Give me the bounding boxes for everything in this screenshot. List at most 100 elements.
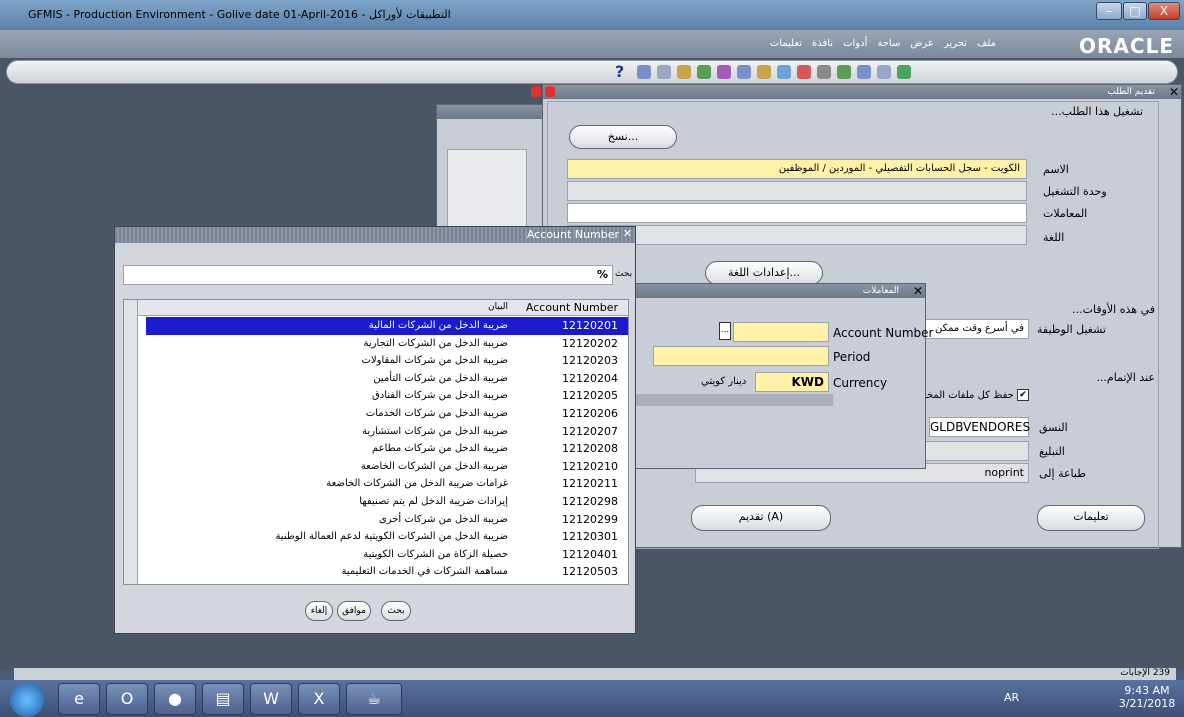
language-indicator[interactable]: AR bbox=[1004, 691, 1019, 704]
col-description[interactable]: البيان bbox=[488, 302, 508, 312]
lov-row-description: ضريبة الدخل من الشركات التجارية bbox=[363, 337, 509, 349]
parameters-window: المعاملات ✕ ... Account Number Period دي… bbox=[632, 283, 933, 469]
account-number-field[interactable] bbox=[733, 322, 829, 342]
toolbar-icon[interactable] bbox=[657, 65, 671, 79]
period-field[interactable] bbox=[653, 346, 829, 366]
lov-button[interactable]: ... bbox=[719, 322, 731, 340]
notify-label: التبليغ bbox=[1039, 445, 1065, 458]
menu-window[interactable]: نافذة bbox=[812, 38, 833, 49]
lov-row[interactable]: 12120203 ضريبة الدخل من شركات المقاولات bbox=[146, 352, 628, 370]
menu-folder[interactable]: ساحة bbox=[877, 38, 900, 49]
toolbar-icon[interactable] bbox=[877, 65, 891, 79]
col-account-number[interactable]: Account Number bbox=[526, 301, 618, 314]
language-settings-button[interactable]: إعدادات اللغة... bbox=[705, 261, 823, 285]
oracle-window-icon bbox=[531, 86, 541, 97]
start-button[interactable] bbox=[10, 683, 44, 717]
parameters-field[interactable] bbox=[567, 203, 1027, 223]
close-icon[interactable]: ✕ bbox=[623, 227, 632, 240]
close-window-button[interactable]: X bbox=[1148, 2, 1180, 20]
chrome-icon[interactable]: ● bbox=[154, 683, 196, 715]
lov-row[interactable]: 12120298 إيرادات ضريبة الدخل لم يتم تصنيف… bbox=[146, 493, 628, 511]
toolbar-icon[interactable] bbox=[777, 65, 791, 79]
language-field[interactable] bbox=[567, 225, 1027, 245]
period-label: Period bbox=[833, 350, 871, 364]
toolbar-icon[interactable] bbox=[737, 65, 751, 79]
toolbar-icon[interactable] bbox=[837, 65, 851, 79]
minimize-button[interactable]: – bbox=[1096, 2, 1122, 20]
help-button[interactable]: تعليمات bbox=[1037, 505, 1145, 531]
lov-row-account-number: 12120204 bbox=[562, 371, 618, 385]
close-icon[interactable]: ✕ bbox=[913, 284, 923, 298]
toolbar-icon[interactable] bbox=[637, 65, 651, 79]
copy-button[interactable]: نسخ... bbox=[569, 125, 677, 149]
word-icon[interactable]: W bbox=[250, 683, 292, 715]
clock[interactable]: 9:43 AM 3/21/2018 bbox=[1116, 684, 1178, 710]
lov-row[interactable]: 12120205 ضريبة الدخل من شركات الفنادق bbox=[146, 387, 628, 405]
lov-row[interactable]: 12120206 ضريبة الدخل من شركات الخدمات bbox=[146, 405, 628, 423]
run-job-field[interactable]: في أسرع وقت ممكن bbox=[917, 319, 1029, 339]
lov-row[interactable]: 12120202 ضريبة الدخل من الشركات التجارية bbox=[146, 335, 628, 353]
lov-row-account-number: 12120205 bbox=[562, 389, 618, 403]
toolbar-icon[interactable] bbox=[697, 65, 711, 79]
lov-row[interactable]: 12120204 ضريبة الدخل من شركات التأمين bbox=[146, 370, 628, 388]
save-outputs-checkbox[interactable]: ✔ bbox=[1017, 389, 1029, 401]
toolbar-icon[interactable] bbox=[677, 65, 691, 79]
currency-field[interactable]: KWD bbox=[755, 372, 829, 392]
excel-icon[interactable]: X bbox=[298, 683, 340, 715]
lov-row-description: غرامات ضريبة الدخل من الشركات الخاضعة bbox=[326, 478, 508, 490]
menu-view[interactable]: عرض bbox=[910, 38, 934, 49]
lov-find-button[interactable]: بحث bbox=[381, 601, 411, 621]
lov-row-account-number: 12120208 bbox=[562, 442, 618, 456]
lov-row[interactable]: 12120207 ضريبة الدخل من شركات استشارية bbox=[146, 423, 628, 441]
ie-icon[interactable]: e bbox=[58, 683, 100, 715]
menu-tools[interactable]: أدوات bbox=[843, 38, 867, 49]
toolbar-icon[interactable] bbox=[797, 65, 811, 79]
lov-row[interactable]: 12120504 مساهمة الشركات في الخدمات الصحية bbox=[146, 581, 628, 584]
toolbar-icon[interactable] bbox=[897, 65, 911, 79]
toolbar-icon[interactable] bbox=[857, 65, 871, 79]
java-icon[interactable]: ☕ bbox=[346, 683, 402, 715]
operating-unit-label: وحدة التشغيل bbox=[1043, 185, 1107, 198]
lov-row-description: ضريبة الدخل من شركات الفنادق bbox=[372, 390, 508, 402]
horizontal-scrollbar[interactable] bbox=[633, 394, 833, 406]
lov-row-description: مساهمة الشركات في الخدمات التعليمية bbox=[341, 566, 508, 578]
submit-request-title: تقديم الطلب bbox=[543, 85, 1181, 99]
toolbar-icon[interactable] bbox=[717, 65, 731, 79]
menu-file[interactable]: ملف bbox=[977, 38, 996, 49]
submit-button[interactable]: تقديم (A) bbox=[691, 505, 831, 531]
lov-row[interactable]: 12120201 ضريبة الدخل من الشركات المالية bbox=[146, 317, 628, 335]
request-name-field[interactable]: الكويت - سجل الحسابات التفصيلي - الموردي… bbox=[567, 159, 1027, 179]
maximize-button[interactable]: □ bbox=[1123, 2, 1147, 20]
lov-row[interactable]: 12120401 حصيلة الزكاة من الشركات الكويتية bbox=[146, 546, 628, 564]
layout-field[interactable]: GLDBVENDORES bbox=[929, 417, 1030, 437]
lov-title-bar: Account Number ✕ bbox=[115, 227, 635, 243]
lov-row-account-number: 12120299 bbox=[562, 512, 618, 526]
close-icon[interactable]: ✕ bbox=[1169, 85, 1179, 99]
operating-unit-field[interactable] bbox=[567, 181, 1027, 201]
lov-row[interactable]: 12120299 ضريبة الدخل من شركات أخرى bbox=[146, 511, 628, 529]
section-times-label: في هذه الأوقات... bbox=[1072, 303, 1155, 316]
lov-row[interactable]: 12120210 ضريبة الدخل من الشركات الخاضعة bbox=[146, 458, 628, 476]
parameters-label: المعاملات bbox=[1043, 207, 1088, 220]
requests-window-title bbox=[437, 105, 543, 119]
lov-search-field[interactable]: % bbox=[123, 265, 613, 285]
lov-row[interactable]: 12120208 ضريبة الدخل من شركات مطاعم bbox=[146, 440, 628, 458]
toolbar-icon[interactable] bbox=[757, 65, 771, 79]
lov-cancel-button[interactable]: إلغاء bbox=[305, 601, 333, 621]
lov-row-account-number: 12120211 bbox=[562, 477, 618, 491]
lov-search-label: بحث bbox=[615, 269, 633, 279]
vertical-scrollbar[interactable] bbox=[124, 300, 138, 584]
lov-row[interactable]: 12120211 غرامات ضريبة الدخل من الشركات ال… bbox=[146, 475, 628, 493]
lov-ok-button[interactable]: موافق bbox=[337, 601, 371, 621]
help-icon[interactable]: ? bbox=[615, 62, 624, 81]
menu-bar: ORACLE ملف تحرير عرض ساحة أدوات نافذة تع… bbox=[0, 30, 1184, 58]
lov-row[interactable]: 12120301 ضريبة الدخل من الشركات الكويتية … bbox=[146, 528, 628, 546]
menu-edit[interactable]: تحرير bbox=[944, 38, 967, 49]
lov-row[interactable]: 12120503 مساهمة الشركات في الخدمات التعلي… bbox=[146, 563, 628, 581]
outlook-icon[interactable]: O bbox=[106, 683, 148, 715]
folder-icon[interactable]: ▤ bbox=[202, 683, 244, 715]
lov-row-account-number: 12120301 bbox=[562, 530, 618, 544]
menu-help[interactable]: تعليمات bbox=[770, 38, 802, 49]
lov-row-account-number: 12120206 bbox=[562, 407, 618, 420]
toolbar-icon[interactable] bbox=[817, 65, 831, 79]
